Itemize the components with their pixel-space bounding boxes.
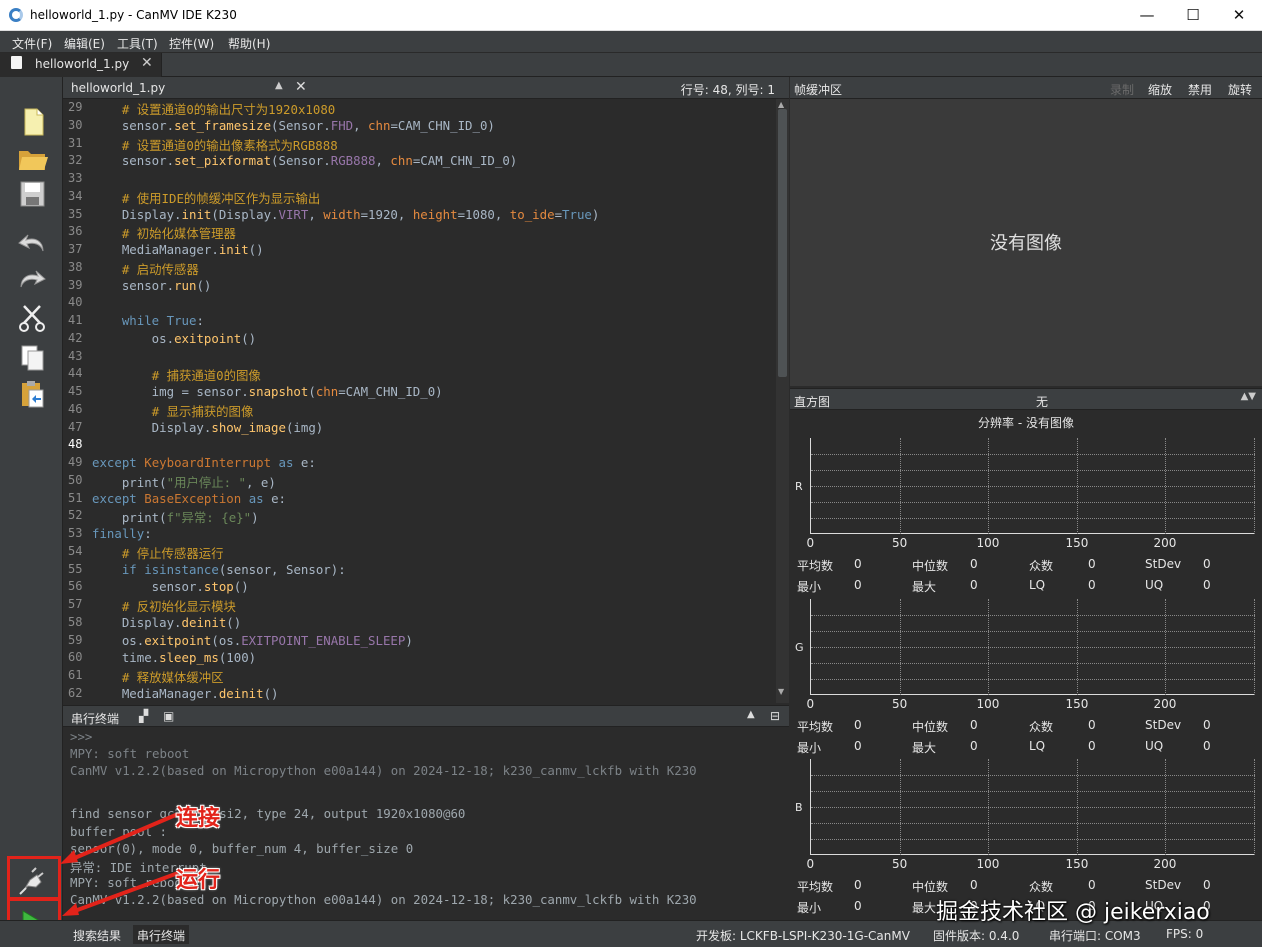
- run-annotation: 运行: [176, 868, 221, 893]
- ide-window: helloworld_1.py - CanMV IDE K230 — ☐ ✕ 文…: [0, 0, 1262, 947]
- connect-annotation: 连接: [176, 806, 221, 831]
- watermark: 掘金技术社区 @ jeikerxiao: [936, 900, 1210, 925]
- run-arrow: [71, 871, 179, 914]
- connect-arrow: [69, 812, 179, 862]
